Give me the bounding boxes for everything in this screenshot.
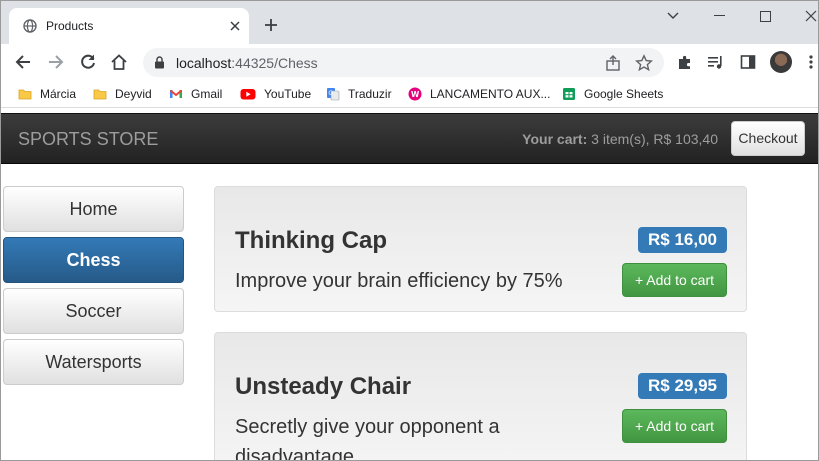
arrow-left-icon bbox=[15, 55, 30, 69]
close-icon[interactable] bbox=[227, 18, 243, 34]
star-icon[interactable] bbox=[635, 54, 653, 72]
bookmark-label: Gmail bbox=[191, 87, 223, 101]
bookmark-youtube[interactable]: YouTube bbox=[240, 85, 311, 103]
bookmark-marcia[interactable]: Márcia bbox=[18, 85, 76, 103]
svg-text:G: G bbox=[328, 90, 333, 97]
store-navbar: SPORTS STORE Your cart: 3 item(s), R$ 10… bbox=[1, 113, 818, 164]
globe-icon bbox=[23, 19, 37, 33]
bookmark-google-sheets[interactable]: Google Sheets bbox=[562, 85, 663, 103]
url-path: :44325/Chess bbox=[231, 55, 318, 71]
tab-search-button[interactable] bbox=[650, 1, 696, 31]
chevron-down-icon bbox=[667, 12, 679, 19]
page-content: SPORTS STORE Your cart: 3 item(s), R$ 10… bbox=[1, 108, 818, 461]
bookmark-deyvid[interactable]: Deyvid bbox=[93, 85, 152, 103]
cart-summary: Your cart: 3 item(s), R$ 103,40 bbox=[522, 131, 718, 147]
minimize-icon bbox=[713, 15, 725, 16]
tab-title: Products bbox=[46, 19, 94, 33]
folder-icon bbox=[18, 89, 32, 100]
folder-icon bbox=[93, 89, 107, 100]
app-icon: W bbox=[408, 87, 422, 101]
maximize-icon bbox=[759, 10, 771, 22]
share-icon[interactable] bbox=[604, 54, 622, 72]
browser-toolbar: localhost:44325/Chess bbox=[1, 44, 818, 80]
avatar[interactable] bbox=[770, 51, 792, 73]
cart-label: Your cart: bbox=[522, 131, 588, 147]
bookmark-lancamento[interactable]: W LANCAMENTO AUX... bbox=[408, 85, 550, 103]
add-to-cart-button[interactable]: + Add to cart bbox=[622, 263, 727, 297]
menu-button[interactable] bbox=[801, 52, 818, 72]
category-button-soccer[interactable]: Soccer bbox=[3, 288, 184, 334]
product-name: Unsteady Chair bbox=[235, 373, 412, 400]
forward-button[interactable] bbox=[46, 52, 66, 72]
browser-window: Products localhost:44325/Chess Márcia De… bbox=[0, 0, 819, 461]
reload-icon bbox=[81, 54, 95, 69]
brand-title[interactable]: SPORTS STORE bbox=[18, 129, 158, 150]
playlist-icon bbox=[708, 56, 722, 69]
home-button[interactable] bbox=[109, 52, 129, 72]
bookmark-label: LANCAMENTO AUX... bbox=[430, 87, 551, 101]
bookmarks-bar: Márcia Deyvid Gmail YouTube G Traduzir W… bbox=[1, 80, 818, 108]
side-panel-icon bbox=[740, 55, 756, 69]
product-name: Thinking Cap bbox=[235, 227, 387, 254]
product-description: Improve your brain efficiency by 75% bbox=[235, 270, 563, 292]
bookmark-label: Márcia bbox=[40, 87, 77, 101]
arrow-right-icon bbox=[49, 55, 64, 69]
product-card: Unsteady Chair R$ 29,95 Secretly give yo… bbox=[214, 332, 747, 461]
svg-text:W: W bbox=[411, 90, 420, 99]
extensions-button[interactable] bbox=[675, 52, 695, 72]
bookmark-label: YouTube bbox=[264, 87, 312, 101]
bookmark-label: Traduzir bbox=[348, 87, 392, 101]
translate-icon: G bbox=[327, 88, 340, 101]
new-tab-icon[interactable] bbox=[263, 17, 279, 33]
product-card: Thinking Cap R$ 16,00 Improve your brain… bbox=[214, 186, 747, 312]
category-button-chess[interactable]: Chess bbox=[3, 237, 184, 283]
category-button-watersports[interactable]: Watersports bbox=[3, 339, 184, 385]
category-button-home[interactable]: Home bbox=[3, 186, 184, 232]
bookmark-traduzir[interactable]: G Traduzir bbox=[326, 85, 392, 103]
browser-tab[interactable]: Products bbox=[9, 8, 249, 44]
home-icon bbox=[111, 54, 127, 70]
close-window-button[interactable] bbox=[788, 1, 818, 31]
close-window-icon bbox=[805, 10, 817, 22]
url-host: localhost bbox=[176, 55, 232, 71]
price-badge: R$ 16,00 bbox=[638, 227, 727, 253]
address-bar[interactable]: localhost:44325/Chess bbox=[143, 48, 664, 77]
cart-details: 3 item(s), R$ 103,40 bbox=[591, 131, 718, 147]
price-badge: R$ 29,95 bbox=[638, 373, 727, 399]
sheets-icon bbox=[563, 88, 575, 100]
bookmark-gmail[interactable]: Gmail bbox=[169, 85, 222, 103]
puzzle-icon bbox=[679, 55, 690, 69]
product-description: Secretly give your opponent a disadvanta… bbox=[235, 416, 500, 461]
lock-icon[interactable] bbox=[154, 56, 165, 69]
bookmark-label: Google Sheets bbox=[584, 87, 664, 101]
bookmark-label: Deyvid bbox=[115, 87, 152, 101]
tab-strip: Products bbox=[1, 1, 818, 44]
youtube-icon bbox=[240, 89, 256, 100]
kebab-menu-icon bbox=[809, 55, 813, 69]
media-control-button[interactable] bbox=[706, 52, 726, 72]
maximize-button[interactable] bbox=[742, 1, 788, 31]
add-to-cart-button[interactable]: + Add to cart bbox=[622, 409, 727, 443]
back-button[interactable] bbox=[13, 52, 33, 72]
reload-button[interactable] bbox=[78, 52, 98, 72]
checkout-button[interactable]: Checkout bbox=[731, 121, 805, 156]
side-panel-button[interactable] bbox=[738, 52, 758, 72]
url-text[interactable]: localhost:44325/Chess bbox=[176, 55, 318, 71]
gmail-icon bbox=[169, 89, 183, 98]
minimize-button[interactable] bbox=[696, 1, 742, 31]
